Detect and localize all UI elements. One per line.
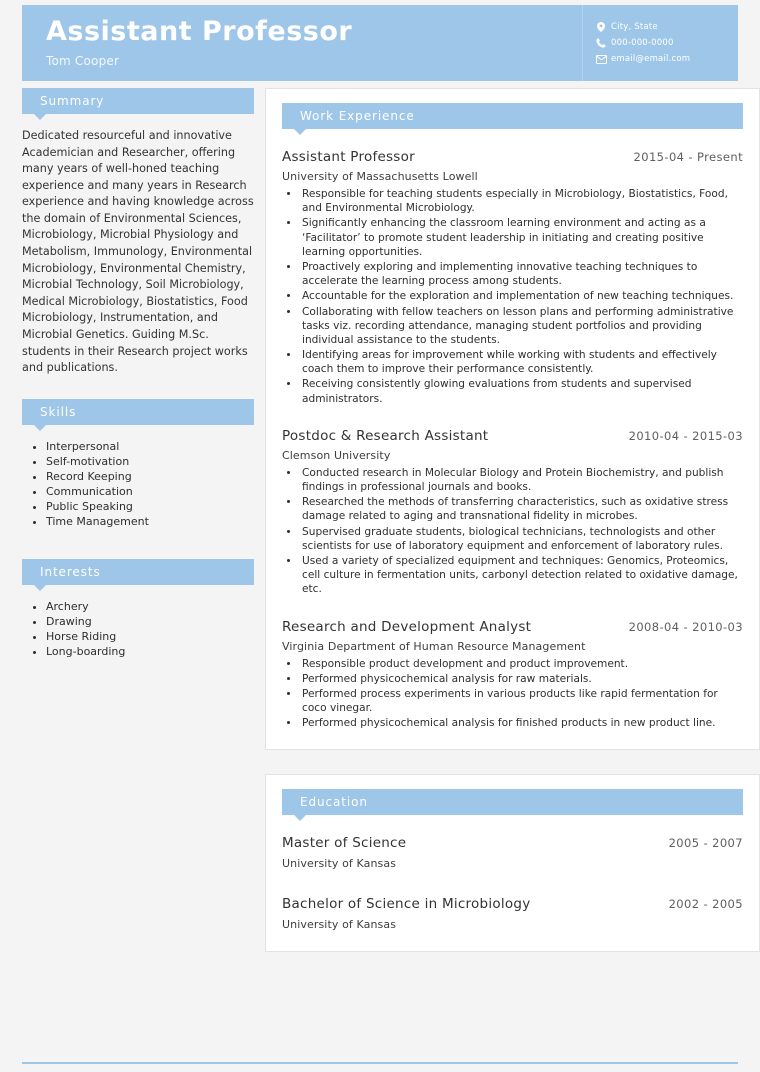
ribbon-notch-icon [34, 114, 46, 120]
main-column: Work Experience Assistant Professor 2015-… [265, 88, 760, 976]
interests-list: ArcheryDrawingHorse RidingLong-boarding [22, 599, 254, 659]
skills-section: Skills InterpersonalSelf-motivationRecor… [22, 398, 254, 529]
entry-bullet: Performed physicochemical analysis for f… [300, 716, 743, 730]
skill-item: Public Speaking [46, 499, 254, 514]
envelope-icon [595, 54, 607, 65]
entry-bullet: Performed process experiments in various… [300, 687, 743, 715]
skills-list: InterpersonalSelf-motivationRecord Keepi… [22, 439, 254, 529]
education-ribbon: Education [282, 789, 743, 822]
entry-bullet: Supervised graduate students, biological… [300, 525, 743, 553]
entry-header: Master of Science 2005 - 2007 [282, 835, 743, 851]
work-entries: Assistant Professor 2015-04 - Present Univ… [282, 149, 743, 730]
entry-header: Assistant Professor 2015-04 - Present [282, 149, 743, 165]
entry-bullet: Accountable for the exploration and impl… [300, 289, 743, 303]
skill-item: Communication [46, 484, 254, 499]
work-experience-heading: Work Experience [300, 109, 415, 123]
entry-date: 2008-04 - 2010-03 [628, 619, 743, 634]
entry-header: Postdoc & Research Assistant 2010-04 - 20… [282, 428, 743, 444]
summary-text: Dedicated resourceful and innovative Aca… [22, 129, 254, 375]
sidebar: Summary Dedicated resourceful and innova… [22, 88, 254, 679]
page-title: Assistant Professor [46, 16, 353, 48]
entry-organization: University of Kansas [282, 918, 397, 932]
contact-phone-text: 000-000-0000 [611, 38, 674, 48]
skill-item: Self-motivation [46, 454, 254, 469]
entry-bullet: Conducted research in Molecular Biology … [300, 466, 743, 494]
entry-bullet: Responsible product development and prod… [300, 657, 743, 671]
interest-item: Archery [46, 599, 254, 614]
entry-date: 2002 - 2005 [668, 897, 743, 912]
entry-bullet-list: Responsible for teaching students especi… [282, 187, 743, 406]
education-entries: Master of Science 2005 - 2007 University o… [282, 835, 743, 931]
entry-title: Assistant Professor [282, 149, 415, 165]
candidate-name: Tom Cooper [46, 53, 120, 68]
contact-email-text: email@email.com [611, 54, 691, 64]
entry-bullet: Significantly enhancing the classroom le… [300, 216, 743, 259]
interest-item: Drawing [46, 614, 254, 629]
work-entry: Postdoc & Research Assistant 2010-04 - 20… [282, 428, 743, 597]
footer-rule [22, 1062, 738, 1064]
skill-item: Time Management [46, 514, 254, 529]
location-pin-icon [595, 22, 607, 33]
entry-bullet: Researched the methods of transferring c… [300, 495, 743, 523]
entry-bullet: Collaborating with fellow teachers on le… [300, 305, 743, 348]
entry-date: 2005 - 2007 [668, 836, 743, 851]
resume-header: Assistant Professor Tom Cooper City, Sta… [22, 5, 738, 81]
interest-item: Long-boarding [46, 644, 254, 659]
summary-section: Summary Dedicated resourceful and innova… [22, 88, 254, 377]
entry-title: Postdoc & Research Assistant [282, 427, 489, 444]
entry-title: Research and Development Analyst [282, 618, 532, 635]
entry-header: Bachelor of Science in Microbiology 2002 … [282, 896, 743, 912]
education-card: Education Master of Science 2005 - 2007 Un… [265, 774, 760, 953]
entry-title: Master of Science [282, 835, 407, 852]
interests-section: Interests ArcheryDrawingHorse RidingLong… [22, 559, 254, 659]
entry-bullet: Responsible for teaching students especi… [300, 187, 743, 215]
entry-date: 2015-04 - Present [633, 150, 743, 164]
ribbon-notch-icon [294, 815, 306, 822]
ribbon-notch-icon [34, 424, 46, 431]
skills-ribbon: Skills [22, 398, 254, 431]
work-entry: Research and Development Analyst 2008-04 … [282, 619, 743, 731]
contact-location: City, State [595, 22, 722, 33]
summary-ribbon: Summary [22, 88, 254, 120]
education-entry: Master of Science 2005 - 2007 University o… [282, 835, 743, 870]
entry-organization: University of Massachusetts Lowell [282, 170, 478, 183]
work-experience-ribbon: Work Experience [282, 103, 743, 135]
entry-bullet-list: Responsible product development and prod… [282, 657, 743, 731]
ribbon-notch-icon [34, 585, 46, 592]
contact-location-text: City, State [611, 22, 658, 32]
header-identity: Assistant Professor Tom Cooper [22, 16, 582, 68]
work-entry: Assistant Professor 2015-04 - Present Univ… [282, 149, 743, 406]
interest-item: Horse Riding [46, 629, 254, 644]
resume-page: Assistant Professor Tom Cooper City, Sta… [0, 0, 760, 1072]
skill-item: Record Keeping [46, 469, 254, 484]
entry-bullet-list: Conducted research in Molecular Biology … [282, 466, 743, 597]
ribbon-notch-icon [294, 129, 306, 135]
entry-title: Bachelor of Science in Microbiology [282, 896, 531, 913]
summary-heading: Summary [40, 94, 105, 108]
skill-item: Interpersonal [46, 439, 254, 454]
education-heading: Education [300, 795, 368, 810]
entry-organization: University of Kansas [282, 857, 397, 871]
entry-bullet: Proactively exploring and implementing i… [300, 260, 743, 288]
entry-organization: Virginia Department of Human Resource Ma… [282, 639, 586, 653]
interests-ribbon: Interests [22, 559, 254, 592]
entry-header: Research and Development Analyst 2008-04 … [282, 619, 743, 635]
entry-bullet: Used a variety of specialized equipment … [300, 554, 743, 597]
entry-bullet: Performed physicochemical analysis for r… [300, 672, 743, 686]
interests-heading: Interests [40, 565, 101, 580]
entry-date: 2010-04 - 2015-03 [628, 428, 743, 443]
phone-icon [595, 38, 607, 49]
contact-phone: 000-000-0000 [595, 38, 722, 49]
entry-bullet: Receiving consistently glowing evaluatio… [300, 377, 743, 405]
contact-block: City, State 000-000-0000 email@email.com [582, 5, 722, 81]
entry-bullet: Identifying areas for improvement while … [300, 348, 743, 376]
resume-body: Summary Dedicated resourceful and innova… [0, 88, 760, 976]
work-experience-card: Work Experience Assistant Professor 2015-… [265, 88, 760, 751]
entry-organization: Clemson University [282, 448, 391, 462]
contact-email: email@email.com [595, 54, 722, 65]
education-entry: Bachelor of Science in Microbiology 2002 … [282, 896, 743, 931]
skills-heading: Skills [40, 404, 77, 419]
